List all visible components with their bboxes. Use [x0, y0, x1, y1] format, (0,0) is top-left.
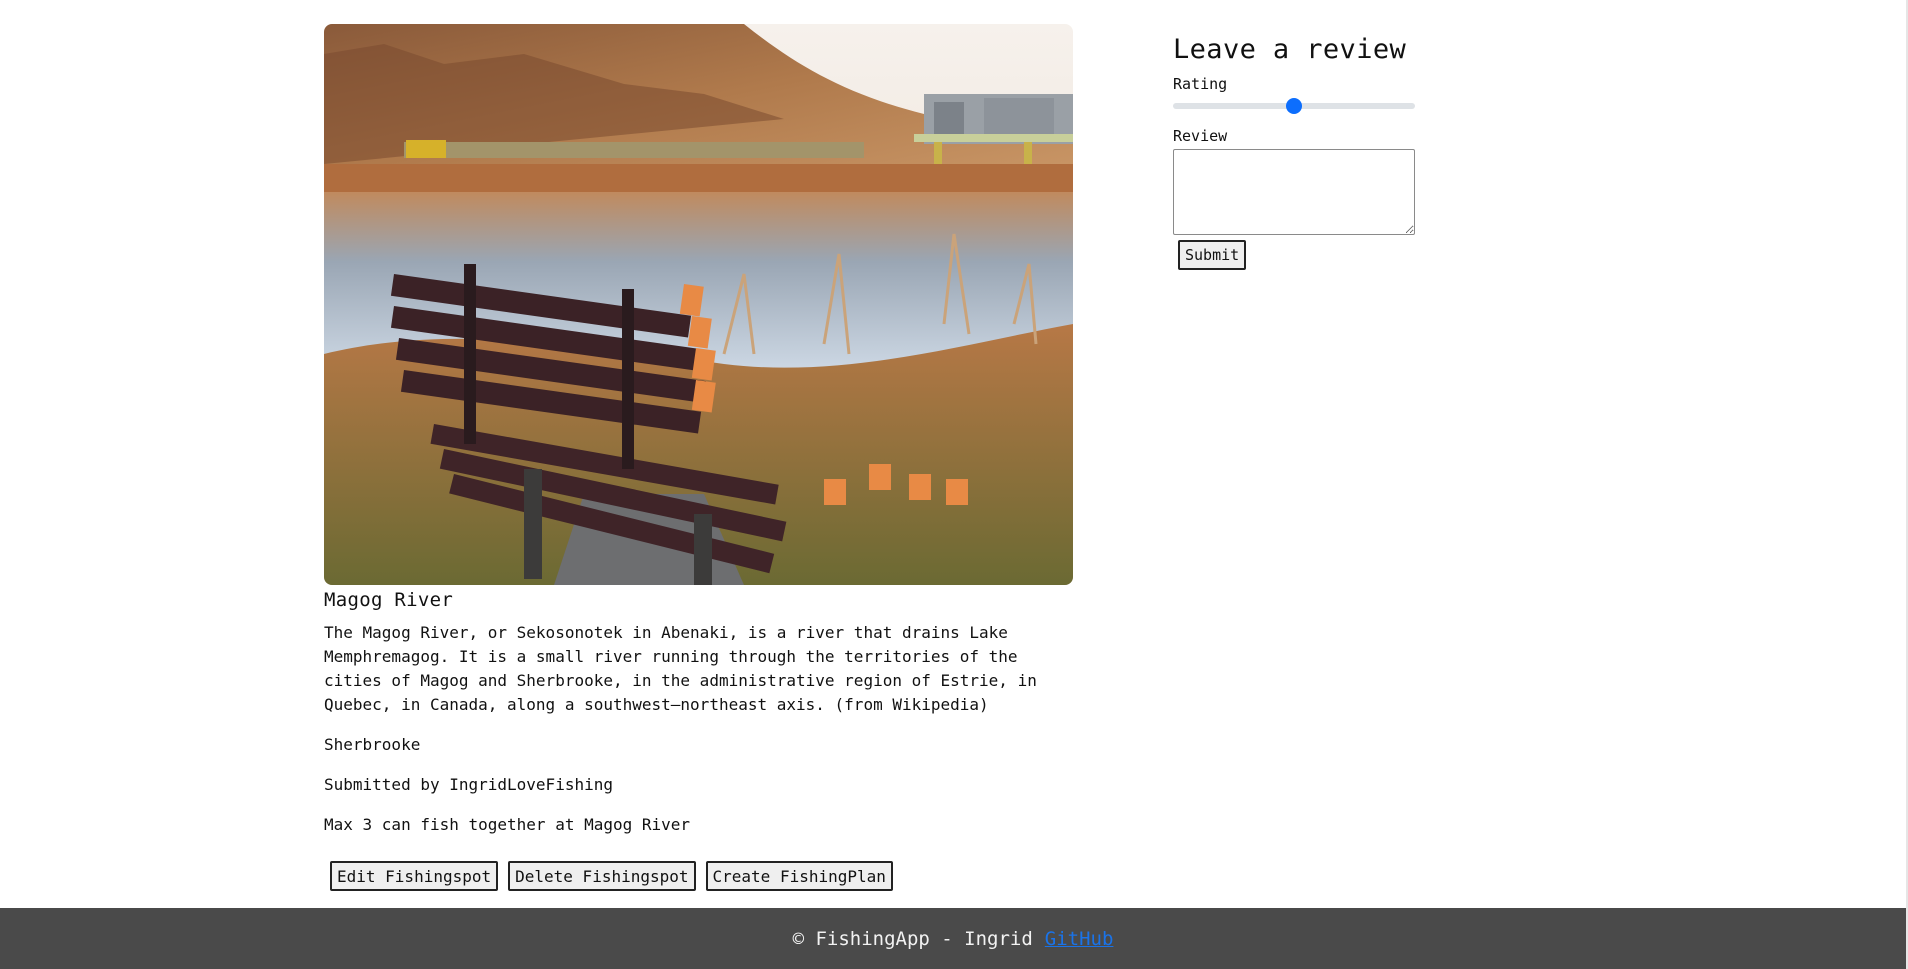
page: Magog River The Magog River, or Sekosono…	[0, 0, 1906, 908]
review-heading: Leave a review	[1173, 34, 1407, 65]
submit-review-button[interactable]: Submit	[1178, 240, 1247, 270]
review-label: Review	[1173, 127, 1228, 145]
fishingspot-actions: Edit Fishingspot Delete Fishingspot Crea…	[324, 861, 1074, 891]
fishingspot-photo	[324, 24, 1073, 585]
fishingspot-description: The Magog River, or Sekosonotek in Abena…	[324, 623, 1037, 714]
fishingspot-capacity: Max 3 can fish together at Magog River	[324, 815, 691, 834]
rating-label: Rating	[1173, 75, 1228, 93]
create-fishingplan-button[interactable]: Create FishingPlan	[705, 861, 893, 891]
delete-fishingspot-button[interactable]: Delete Fishingspot	[508, 861, 696, 891]
footer-copyright: © FishingApp - Ingrid	[792, 927, 1033, 950]
fishingspot-submitter: Submitted by IngridLoveFishing	[324, 775, 613, 794]
review-textarea[interactable]	[1173, 149, 1415, 235]
fishingspot-card: Magog River The Magog River, or Sekosono…	[324, 24, 1074, 891]
fishingspot-title: Magog River	[324, 589, 454, 611]
footer: © FishingApp - Ingrid GitHub	[0, 908, 1906, 969]
review-form: Leave a review Rating Review Submit	[1173, 34, 1423, 270]
fishingspot-city: Sherbrooke	[324, 735, 421, 754]
edit-fishingspot-button[interactable]: Edit Fishingspot	[330, 861, 499, 891]
rating-slider[interactable]	[1173, 95, 1415, 117]
rating-slider-thumb[interactable]	[1286, 98, 1302, 114]
github-link[interactable]: GitHub	[1045, 928, 1114, 950]
